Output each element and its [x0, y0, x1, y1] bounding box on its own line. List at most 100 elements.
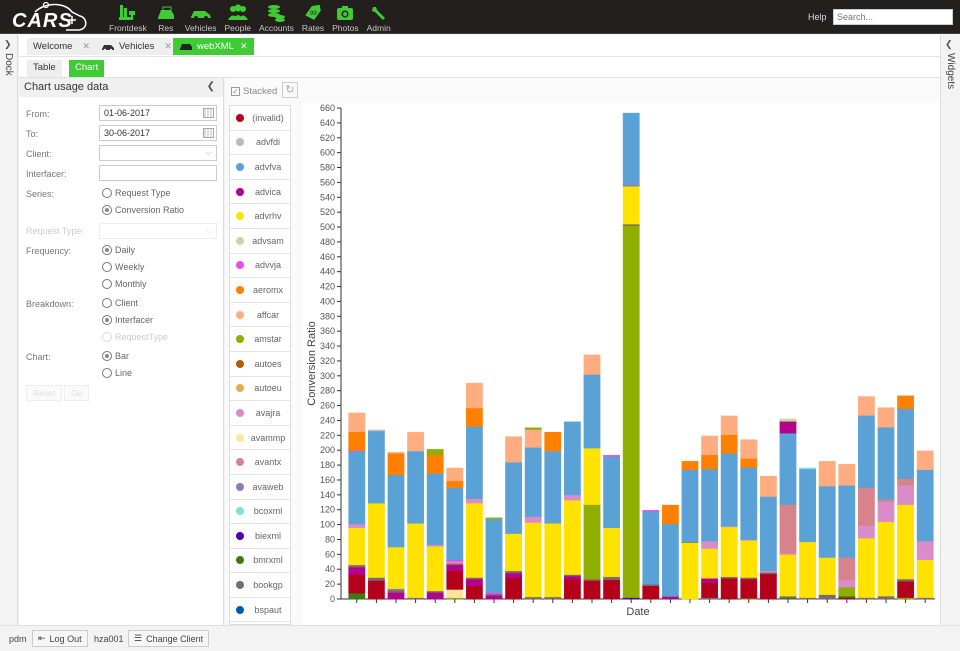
legend-swatch [236, 556, 244, 565]
logout-button[interactable]: ⇤ Log Out [32, 630, 88, 647]
wrench-icon [368, 4, 390, 22]
collapse-left-icon[interactable]: ❮ [207, 81, 215, 92]
username: pdm [9, 634, 27, 644]
bar-segment [544, 431, 562, 452]
calendar-icon[interactable] [203, 108, 214, 118]
frequency-weekly-radio[interactable]: Weekly [102, 262, 144, 272]
legend-item[interactable]: bookgp [230, 573, 290, 598]
close-icon[interactable]: ✕ [82, 41, 90, 52]
tab-webxml[interactable]: webXML ✕ [173, 38, 254, 55]
bar-segment [857, 537, 875, 598]
stacked-checkbox[interactable]: ✓ Stacked [231, 86, 277, 97]
logo-car-outline-icon [34, 2, 87, 31]
legend-item[interactable]: autoeu [230, 377, 290, 402]
y-tick-label: 300 [320, 371, 335, 381]
chevron-right-icon[interactable]: ❯ [4, 39, 12, 50]
frequency-monthly-radio[interactable]: Monthly [102, 279, 147, 289]
dock-panel[interactable]: ❯ Dock [0, 35, 18, 625]
bar-segment [701, 435, 719, 456]
bar-segment [720, 526, 738, 578]
people-icon [227, 4, 249, 22]
legend-item[interactable]: amstar [230, 327, 290, 352]
frequency-daily-radio[interactable]: Daily [102, 245, 135, 255]
legend-item[interactable]: avantx [230, 450, 290, 475]
bar-segment [877, 595, 895, 600]
tab-chart[interactable]: Chart [69, 60, 105, 77]
calendar-icon[interactable] [203, 128, 214, 138]
series-request-type-radio[interactable]: Request Type [102, 188, 170, 198]
y-tick-label: 560 [320, 177, 335, 187]
nav-people[interactable]: People [220, 0, 254, 34]
bar-segment [897, 504, 915, 580]
reservation-icon [155, 4, 177, 22]
tab-vehicles[interactable]: Vehicles ✕ [95, 38, 178, 55]
to-date-field[interactable]: 30-06-2017 [99, 125, 217, 141]
breakdown-interfacer-radio[interactable]: Interfacer [102, 315, 153, 325]
bar-segment [622, 225, 640, 598]
legend-item[interactable]: avaweb [230, 475, 290, 500]
series-conversion-ratio-radio[interactable]: Conversion Ratio [102, 205, 184, 215]
interfacer-field[interactable] [99, 165, 217, 181]
bar-segment [701, 582, 719, 598]
change-client-button[interactable]: ☰ Change Client [128, 630, 210, 647]
legend-item[interactable]: advvja [230, 254, 290, 279]
frequency-label: Frequency: [26, 246, 72, 256]
legend-item[interactable]: aeromx [230, 278, 290, 303]
bar-segment [348, 592, 366, 600]
bar-segment [642, 510, 660, 585]
legend-item[interactable]: affcar [230, 303, 290, 328]
legend-item[interactable]: biexml [230, 524, 290, 549]
bar-segment [897, 484, 915, 505]
from-date-field[interactable]: 01-06-2017 [99, 105, 217, 121]
legend-swatch [236, 581, 244, 590]
chart-line-radio[interactable]: Line [102, 368, 132, 378]
legend-item[interactable]: avajra [230, 401, 290, 426]
y-tick-label: 520 [320, 207, 335, 217]
tab-label: Welcome [33, 41, 73, 52]
legend-item[interactable]: autoes [230, 352, 290, 377]
legend-item[interactable]: advrhv [230, 204, 290, 229]
legend-item[interactable]: advfva [230, 155, 290, 180]
widgets-panel[interactable]: ❮ Widgets [940, 35, 960, 625]
nav-vehicles[interactable]: Vehicles [181, 0, 221, 34]
chart-bar-radio[interactable]: Bar [102, 351, 129, 361]
bar-segment [407, 522, 425, 598]
bar-segment [524, 427, 542, 430]
help-link[interactable]: Help [808, 12, 827, 22]
y-tick-label: 60 [325, 549, 335, 559]
legend-item[interactable]: advfdi [230, 131, 290, 156]
legend-item[interactable]: advica [230, 180, 290, 205]
refresh-button[interactable]: ↻ [282, 82, 298, 98]
nav-res[interactable]: Res [151, 0, 181, 34]
tab-welcome[interactable]: Welcome ✕ [27, 38, 96, 55]
bar-segment [838, 556, 856, 581]
bar-segment [387, 546, 405, 589]
legend-item[interactable]: (invalid) [230, 106, 290, 131]
bar-segment [407, 450, 425, 524]
nav-rates[interactable]: 99 Rates [298, 0, 328, 34]
client-select[interactable]: ⌵ [99, 145, 217, 161]
legend-item[interactable]: bspaut [230, 598, 290, 623]
nav-admin[interactable]: Admin [363, 0, 395, 34]
legend-item[interactable]: bcoxml [230, 500, 290, 525]
close-icon[interactable]: ✕ [164, 41, 172, 52]
y-tick-label: 400 [320, 296, 335, 306]
legend-item[interactable]: advsam [230, 229, 290, 254]
radio-checked-icon [102, 351, 112, 361]
nav-photos[interactable]: Photos [328, 0, 362, 34]
nav-frontdesk[interactable]: Frontdesk [105, 0, 151, 34]
legend-label: advvja [254, 260, 281, 271]
chevron-left-icon[interactable]: ❮ [945, 39, 953, 50]
legend-item[interactable]: bmrxml [230, 549, 290, 574]
close-icon[interactable]: ✕ [240, 41, 248, 52]
breakdown-client-radio[interactable]: Client [102, 298, 138, 308]
tab-table[interactable]: Table [27, 60, 62, 77]
nav-accounts[interactable]: Accounts [255, 0, 298, 34]
bar-segment [701, 548, 719, 579]
radio-label: Monthly [115, 279, 147, 289]
legend-item[interactable]: avammp [230, 426, 290, 451]
search-input[interactable] [833, 9, 953, 25]
bar-segment [916, 540, 934, 560]
bar-segment [661, 523, 679, 597]
y-tick-label: 20 [325, 579, 335, 589]
